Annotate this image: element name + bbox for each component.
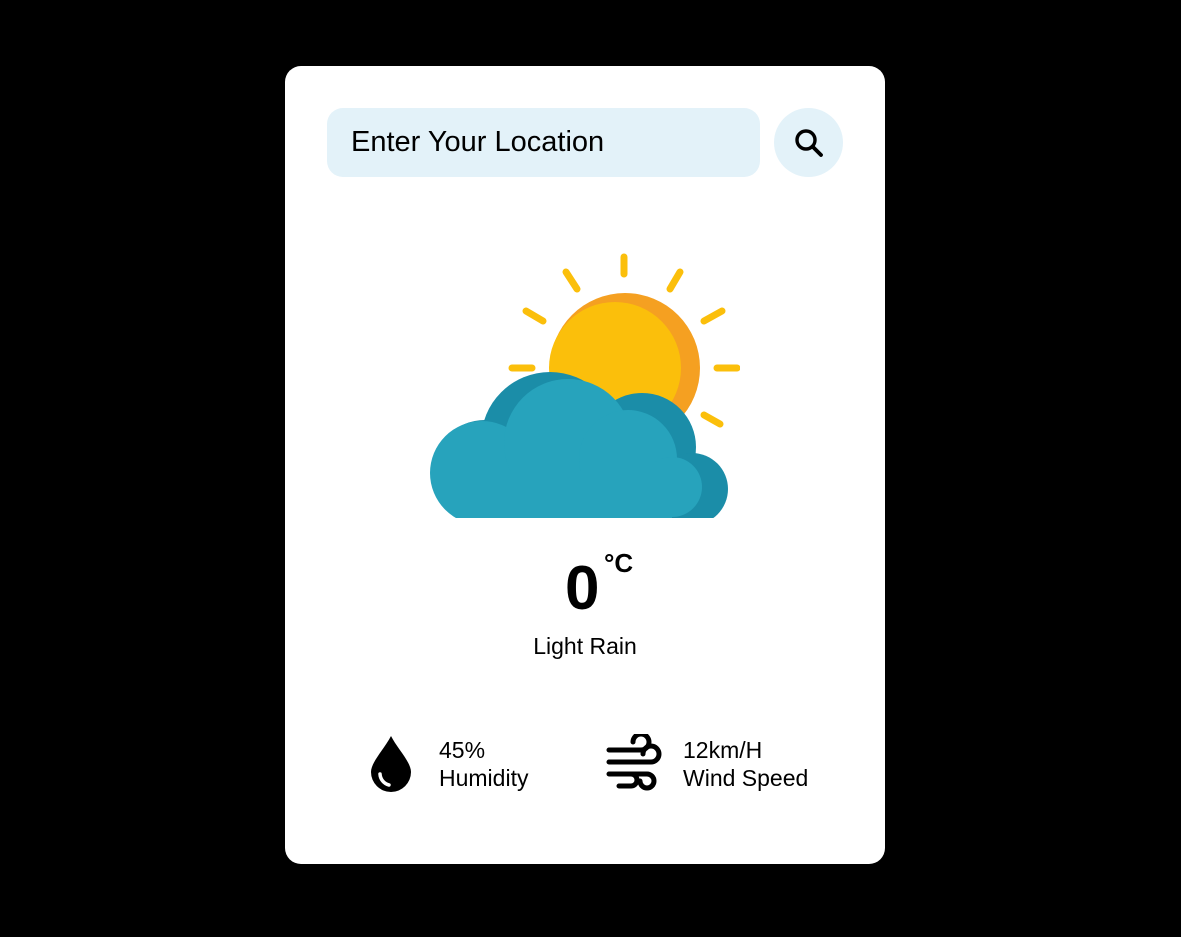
temperature-unit: °C [604, 548, 634, 578]
partly-cloudy-icon [430, 253, 740, 518]
search-icon [794, 128, 823, 157]
weather-condition: Light Rain [533, 633, 637, 659]
temperature-value: 0 [565, 554, 600, 623]
water-drop-icon [371, 736, 411, 792]
wind-icon [606, 734, 662, 791]
humidity-label: Humidity [439, 765, 529, 791]
wind-speed-label: Wind Speed [683, 765, 809, 791]
search-input[interactable] [327, 108, 760, 177]
search-button[interactable] [774, 108, 843, 177]
wind-speed-value: 12km/H [683, 737, 763, 763]
humidity-value: 45% [439, 737, 486, 763]
weather-card: 0 °C Light Rain 45% Humidity 12km/H Wind… [285, 66, 885, 864]
temperature-display: 0 °C [285, 544, 885, 624]
